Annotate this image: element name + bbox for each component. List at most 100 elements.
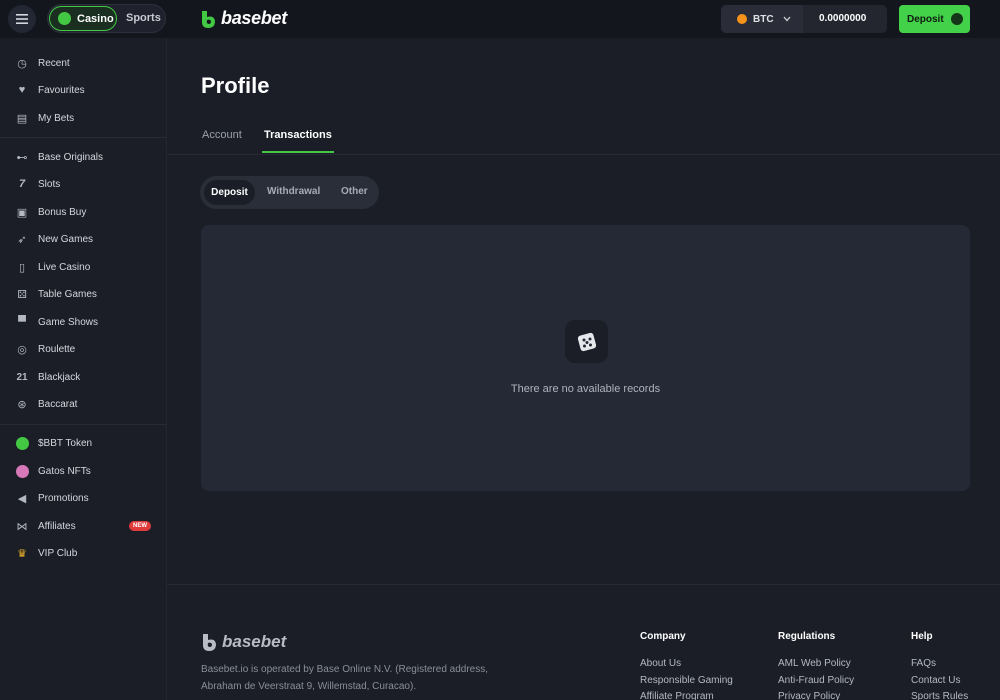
chevron-down-icon [783,16,791,22]
sidebar-item-label: Promotions [38,492,89,504]
sidebar-item-label: VIP Club [38,547,78,559]
dice-icon: ⚄ [17,288,27,301]
sidebar-item-gatos-nfts[interactable]: Gatos NFTs [15,461,91,481]
sidebar-item-label: Baccarat [38,398,78,410]
sidebar-item-vip-club[interactable]: ♛ VIP Club [15,543,77,563]
footer-column-title: Company [640,631,686,642]
sidebar-item-recent[interactable]: ◷ Recent [15,53,70,73]
currency-label: BTC [753,13,774,25]
sidebar-item-new-games[interactable]: ➶ New Games [15,229,93,249]
filter-other[interactable]: Other [341,186,368,197]
footer-column-title: Regulations [778,631,836,642]
footer-logo[interactable]: basebet [201,632,286,652]
megaphone-icon: ◀ [17,492,27,505]
gamepad-icon: ⊷ [16,151,28,164]
wallet-icon [950,13,963,25]
sidebar-item-label: Gatos NFTs [38,465,91,477]
tab-account[interactable]: Account [202,129,242,141]
wallet: BTC 0.0000000 [721,5,887,33]
sidebar-item-game-shows[interactable]: ▀ Game Shows [15,312,98,332]
tabs-divider [167,154,1000,155]
sports-tab[interactable]: Sports [126,12,161,24]
footer-link-anti-fraud-policy[interactable]: Anti-Fraud Policy [778,675,854,686]
sidebar-item-label: Recent [38,57,70,69]
basebet-logo-icon [203,634,216,651]
sidebar-item-label: New Games [38,233,94,245]
casino-tab-label: Casino [77,12,114,25]
sidebar-item-promotions[interactable]: ◀ Promotions [15,488,89,508]
clock-icon: ◷ [17,57,27,70]
tab-transactions[interactable]: Transactions [264,129,332,141]
sidebar-item-base-originals[interactable]: ⊷ Base Originals [15,147,104,167]
logo[interactable]: basebet [200,8,287,29]
sidebar-item-roulette[interactable]: ◎ Roulette [15,339,75,359]
currency-select[interactable]: BTC [721,5,803,33]
sidebar-item-label: Roulette [38,343,76,355]
sidebar-item-bbt-token[interactable]: $BBT Token [15,433,92,453]
sidebar-item-label: $BBT Token [38,437,93,449]
sidebar-divider [0,137,167,138]
sidebar: ◷ Recent ♥ Favourites ▤ My Bets ⊷ Base O… [0,38,167,700]
dice-icon [565,320,608,363]
handshake-icon: ⋈ [16,520,28,533]
deposit-button[interactable]: Deposit [899,5,970,33]
page-title: Profile [201,73,270,98]
footer-link-about-us[interactable]: About Us [640,658,681,669]
sidebar-item-label: Slots [38,178,61,190]
new-badge: NEW [129,521,151,531]
sidebar-item-favourites[interactable]: ♥ Favourites [15,80,85,100]
roulette-icon: ◎ [17,343,27,356]
crown-icon: ♛ [17,547,27,560]
footer-description-line: Abraham de Veerstraat 9, Willemstad, Cur… [201,681,417,692]
sidebar-item-label: Blackjack [38,371,81,383]
active-tab-indicator [262,151,334,153]
top-hat-icon: ▀ [18,316,26,328]
chip-icon: ⊛ [17,398,27,411]
footer-logo-text: basebet [222,632,287,651]
footer-description: Basebet.io is operated by Base Online N.… [201,661,511,695]
records-panel: There are no available records [201,225,970,491]
rocket-icon: ➶ [17,233,27,246]
sidebar-item-bonus-buy[interactable]: ▣ Bonus Buy [15,202,87,222]
token-icon [15,436,29,450]
footer-link-contact-us[interactable]: Contact Us [911,675,960,686]
footer-link-faqs[interactable]: FAQs [911,658,936,669]
cat-icon [15,464,29,478]
sidebar-item-baccarat[interactable]: ⊛ Baccarat [15,394,77,414]
footer-link-responsible-gaming[interactable]: Responsible Gaming [640,675,733,686]
sidebar-item-affiliates[interactable]: ⋈ Affiliates [15,516,76,536]
transaction-filter: Deposit Withdrawal Other [200,176,379,209]
sidebar-item-label: Game Shows [38,316,99,328]
heart-icon: ♥ [18,84,26,96]
sidebar-item-live-casino[interactable]: ▯ Live Casino [15,257,90,277]
empty-state-text: There are no available records [510,383,661,395]
btc-icon [737,14,747,24]
casino-tab[interactable]: Casino [49,6,117,31]
top-bar: Casino Sports basebet BTC 0.0000000 Depo… [0,0,1000,38]
sidebar-item-blackjack[interactable]: 21 Blackjack [15,367,80,387]
menu-button[interactable] [8,5,36,33]
logo-text: basebet [221,8,287,28]
footer-divider [167,584,1000,585]
receipt-icon: ▤ [16,112,28,125]
footer-link-affiliate-program[interactable]: Affiliate Program [640,691,714,700]
footer-link-aml-policy[interactable]: AML Web Policy [778,658,851,669]
sidebar-item-my-bets[interactable]: ▤ My Bets [15,108,74,128]
twenty-one-icon: 21 [16,371,28,383]
casino-icon [58,12,71,25]
sidebar-item-slots[interactable]: 7 Slots [15,174,60,194]
footer-link-privacy-policy[interactable]: Privacy Policy [778,691,840,700]
sidebar-item-label: My Bets [38,112,75,124]
basebet-logo-icon [202,10,215,28]
sidebar-item-table-games[interactable]: ⚄ Table Games [15,284,97,304]
gift-icon: ▣ [16,206,28,219]
footer-link-sports-rules[interactable]: Sports Rules [911,691,968,700]
filter-withdrawal[interactable]: Withdrawal [267,186,320,197]
hamburger-icon [16,14,28,24]
sidebar-item-label: Table Games [38,288,97,300]
sidebar-item-label: Live Casino [38,261,91,273]
filter-deposit[interactable]: Deposit [204,180,255,205]
mode-switch: Casino Sports [47,4,166,33]
sidebar-item-label: Affiliates [38,520,76,532]
card-icon: ▯ [18,261,26,274]
